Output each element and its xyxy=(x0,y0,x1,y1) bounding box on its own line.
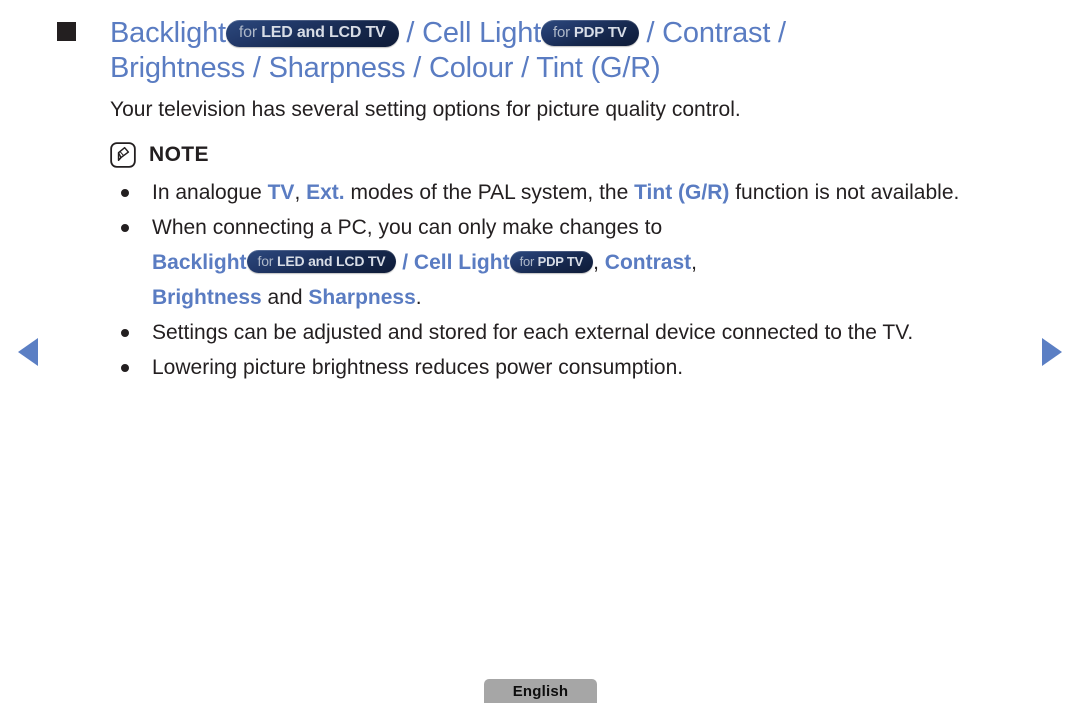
bullet-dot-icon xyxy=(121,364,129,372)
note-2-cell-light: Cell Light xyxy=(413,251,510,274)
heading-separator-1: / xyxy=(398,17,423,49)
badge-main-text: PDP TV xyxy=(537,254,584,269)
heading-part-contrast: Contrast / xyxy=(662,17,786,49)
badge-pdp-tv: for PDP TV xyxy=(541,20,639,46)
note-2-brightness: Brightness xyxy=(152,286,262,309)
note-3-text: Settings can be adjusted and stored for … xyxy=(152,321,914,344)
language-chip[interactable]: English xyxy=(484,679,597,703)
note-header: NOTE xyxy=(57,142,1032,168)
heading-separator-2: / xyxy=(638,17,663,49)
badge-lead-text: for xyxy=(553,24,570,41)
note-2-comma-2: , xyxy=(691,251,697,274)
badge-main-text: LED and LCD TV xyxy=(276,253,386,269)
note-pencil-icon xyxy=(110,142,136,168)
note-2-backlight: Backlight xyxy=(152,251,247,274)
badge-lead-text: for xyxy=(257,253,274,269)
badge-main-text: LED and LCD TV xyxy=(261,24,386,41)
square-bullet-icon xyxy=(57,22,76,41)
note-2-and: and xyxy=(261,286,309,309)
next-page-arrow-icon[interactable] xyxy=(1042,338,1062,366)
page-title: Backlight for LED and LCD TV / Cell Light… xyxy=(110,16,1032,86)
previous-page-arrow-icon[interactable] xyxy=(18,338,38,366)
note-4-text: Lowering picture brightness reduces powe… xyxy=(152,356,684,379)
page-title-line-2: Brightness / Sharpness / Colour / Tint (… xyxy=(110,52,661,84)
note-1-seg4: function is not available. xyxy=(729,181,960,204)
note-2-settings-line-2: Brightness and Sharpness. xyxy=(152,280,1032,315)
note-1-highlight-ext: Ext. xyxy=(306,181,345,204)
heading-part-backlight: Backlight xyxy=(110,17,226,49)
bullet-dot-icon xyxy=(121,189,129,197)
list-item: Lowering picture brightness reduces powe… xyxy=(121,350,1032,385)
note-1-seg1: In analogue xyxy=(152,181,268,204)
note-2-separator: / xyxy=(396,251,414,274)
badge-lead-text: for xyxy=(519,254,535,269)
note-label: NOTE xyxy=(149,143,209,166)
manual-page: Backlight for LED and LCD TV / Cell Light… xyxy=(0,0,1080,705)
bullet-dot-icon xyxy=(121,329,129,337)
note-2-sharpness: Sharpness xyxy=(308,286,416,309)
list-item: In analogue TV, Ext. modes of the PAL sy… xyxy=(121,175,1032,210)
note-2-comma-1: , xyxy=(593,251,605,274)
badge-pdp-tv: for PDP TV xyxy=(509,251,594,273)
note-2-period: . xyxy=(415,286,422,309)
badge-main-text: PDP TV xyxy=(573,24,627,41)
language-label: English xyxy=(512,682,569,700)
note-2-settings-line-1: Backlight for LED and LCD TV / Cell Light… xyxy=(152,245,1032,280)
note-1-seg2: , xyxy=(294,181,307,204)
page-content: Backlight for LED and LCD TV / Cell Light… xyxy=(57,16,1032,385)
badge-led-lcd-tv: for LED and LCD TV xyxy=(225,20,399,47)
note-1-highlight-tint: Tint (G/R) xyxy=(634,181,730,204)
note-2-seg1: When connecting a PC, you can only make … xyxy=(152,216,663,239)
badge-lead-text: for xyxy=(238,24,257,41)
badge-led-lcd-tv: for LED and LCD TV xyxy=(246,250,397,273)
intro-paragraph: Your television has several setting opti… xyxy=(110,98,741,121)
heading-part-cell-light: Cell Light xyxy=(422,17,541,49)
note-2-contrast: Contrast xyxy=(604,251,692,274)
note-1-highlight-tv: TV xyxy=(267,181,295,204)
bullet-dot-icon xyxy=(121,224,129,232)
list-item: Settings can be adjusted and stored for … xyxy=(121,315,1032,350)
note-1-seg3: modes of the PAL system, the xyxy=(344,181,635,204)
section-heading-block: Backlight for LED and LCD TV / Cell Light… xyxy=(57,16,1032,86)
list-item: When connecting a PC, you can only make … xyxy=(121,210,1032,315)
note-list: In analogue TV, Ext. modes of the PAL sy… xyxy=(57,175,1032,385)
